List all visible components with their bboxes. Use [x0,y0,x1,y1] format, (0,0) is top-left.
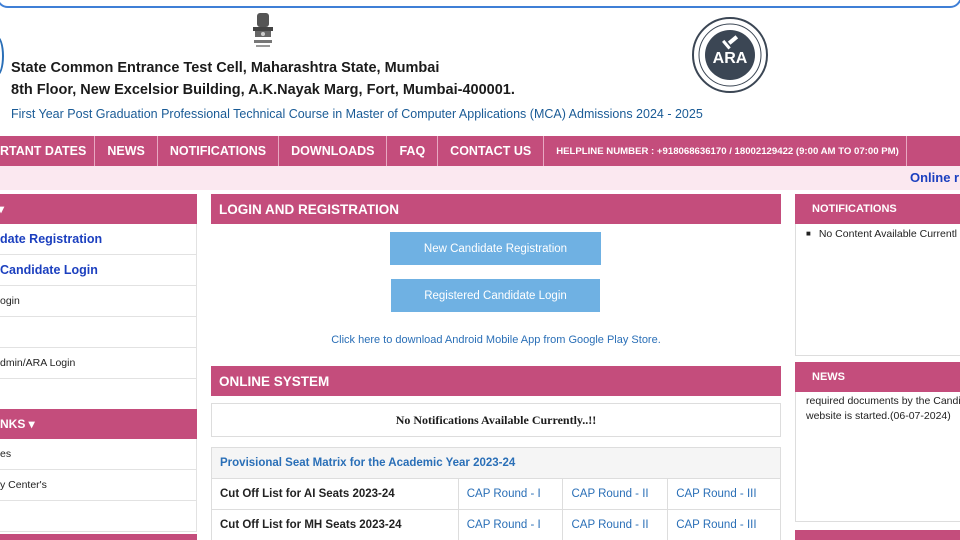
new-candidate-registration-button[interactable]: New Candidate Registration [390,232,601,265]
news-line-2: website is started.(06-07-2024) [806,410,951,422]
cap-round-2-link[interactable]: CAP Round - II [562,509,669,540]
row-label: Cut Off List for MH Seats 2023-24 [211,509,459,540]
chevron-down-icon: ▾ [0,202,5,216]
cap-round-1-link[interactable]: CAP Round - I [457,478,564,510]
nav-important-dates[interactable]: RTANT DATES [0,136,96,166]
sidebar-item-admin-ara-login[interactable]: dmin/ARA Login [0,348,197,379]
news-item[interactable]: required documents by the Candi website … [806,394,960,424]
notification-item: ■ No Content Available Currentl [806,228,957,240]
row-label: Cut Off List for AI Seats 2023-24 [211,478,459,510]
sidebar-link-1[interactable]: es [0,439,197,470]
registered-candidate-login-button[interactable]: Registered Candidate Login [391,279,600,312]
seat-matrix-title[interactable]: Provisional Seat Matrix for the Academic… [211,447,781,479]
news-panel-title: NEWS [795,362,960,392]
cap-round-3-link[interactable]: CAP Round - III [667,509,781,540]
main-nav: RTANT DATES NEWS NOTIFICATIONS DOWNLOADS… [0,136,960,166]
notification-text: No Content Available Currentl [818,228,957,240]
news-line-1: required documents by the Candi [806,395,960,407]
browser-top-frame [0,0,960,8]
announcement-marquee: Online r [0,166,960,190]
cap-round-3-link[interactable]: CAP Round - III [667,478,781,510]
header-address: 8th Floor, New Excelsior Building, A.K.N… [11,82,515,98]
helpline-number: HELPLINE NUMBER : +918068636170 / 180021… [544,136,907,166]
online-system-message: No Notifications Available Currently..!! [211,403,781,437]
sidebar-item-blank[interactable] [0,317,197,348]
cap-round-2-link[interactable]: CAP Round - II [562,478,669,510]
national-emblem-icon [248,11,278,51]
nav-notifications[interactable]: NOTIFICATIONS [158,136,280,166]
android-app-link[interactable]: Click here to download Android Mobile Ap… [211,334,781,346]
right-panel-next-header [795,530,960,540]
table-row: Cut Off List for AI Seats 2023-24 CAP Ro… [211,478,781,510]
notifications-panel-body [795,224,960,356]
sidebar-item-login[interactable]: ogin [0,286,197,317]
links-panel-header[interactable]: NKS ▾ [0,409,197,439]
nav-contact-us[interactable]: CONTACT US [438,136,545,166]
nav-news[interactable]: NEWS [95,136,158,166]
cap-round-1-link[interactable]: CAP Round - I [457,509,564,540]
sidebar-link-centers[interactable]: y Center's [0,470,197,501]
nav-faq[interactable]: FAQ [387,136,439,166]
bullet-icon: ■ [806,229,811,238]
nav-downloads[interactable]: DOWNLOADS [279,136,388,166]
table-row: Cut Off List for MH Seats 2023-24 CAP Ro… [211,509,781,540]
sce-cell-logo-icon [0,36,4,76]
header-title: State Common Entrance Test Cell, Maharas… [11,60,440,76]
seat-matrix-table: Provisional Seat Matrix for the Academic… [211,447,781,540]
notifications-panel-title: NOTIFICATIONS [795,194,960,224]
ara-logo-icon: ARA [692,17,768,93]
marquee-text[interactable]: Online r [910,170,959,185]
header-course-title: First Year Post Graduation Professional … [11,107,703,121]
left-panel-next-header [0,534,197,540]
online-system-title: ONLINE SYSTEM [211,366,781,396]
sidebar-item-candidate-login[interactable]: Candidate Login [0,255,197,286]
sidebar-link-3[interactable] [0,501,197,532]
login-section-title: LOGIN AND REGISTRATION [211,194,781,224]
links-panel-title: NKS ▾ [0,417,35,431]
sidebar-item-new-registration[interactable]: date Registration [0,224,197,255]
left-panel-header[interactable]: ▾ [0,194,197,224]
sidebar-item-blank-2[interactable] [0,379,197,410]
ara-logo-text: ARA [713,50,748,67]
